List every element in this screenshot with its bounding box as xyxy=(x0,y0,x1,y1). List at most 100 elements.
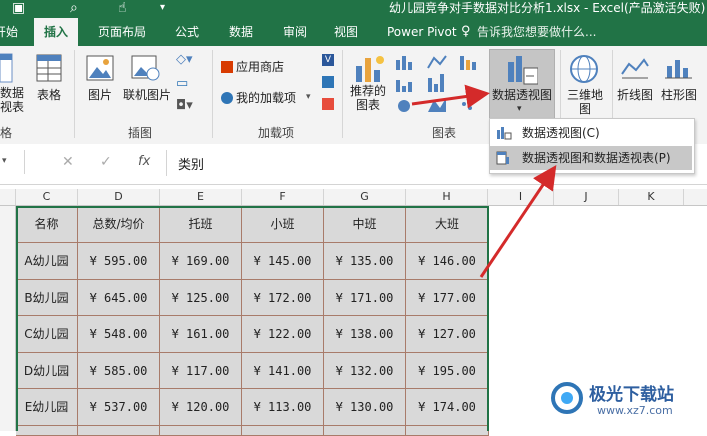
menu-item-pivotchart-label: 数据透视图(C) xyxy=(522,126,600,140)
table-button[interactable]: 表格 xyxy=(30,88,68,102)
watermark-logo-icon xyxy=(551,382,583,414)
shapes-icon[interactable]: ◇▾ xyxy=(176,52,193,67)
app-store-button[interactable]: 应用商店 xyxy=(236,60,284,74)
table-cell-total[interactable]: ¥ 548.00 xyxy=(78,316,160,353)
tab-view[interactable]: 视图 xyxy=(334,18,358,46)
table-cell-large[interactable]: ¥ 146.00 xyxy=(406,243,489,280)
picture-label: 图片 xyxy=(87,88,112,102)
header-cell-small[interactable]: 小班 xyxy=(242,206,324,243)
table-cell-large[interactable]: ¥ 177.00 xyxy=(406,279,489,316)
window-title: 幼儿园竞争对手数据对比分析1.xlsx - Excel(产品激活失败) xyxy=(389,1,706,15)
header-cell-nursery[interactable]: 托班 xyxy=(160,206,242,243)
tables-group-label: 格 xyxy=(0,126,13,140)
table-cell-nursery[interactable]: ¥ 161.00 xyxy=(160,316,242,353)
table-cell-nursery[interactable]: ¥ 169.00 xyxy=(160,243,242,280)
line-sparkline-button[interactable]: 折线图 xyxy=(612,88,658,102)
menu-item-pivotchart-and-pivottable[interactable]: 数据透视图和数据透视表(P) xyxy=(490,146,692,170)
print-preview-icon[interactable]: ⌕ xyxy=(70,0,78,18)
table-cell-name[interactable]: D幼儿园 xyxy=(16,352,78,389)
column-header-h[interactable]: H xyxy=(406,189,488,205)
column-header-i[interactable]: I xyxy=(488,189,554,205)
recommended-charts-button[interactable]: 推荐的 图表 xyxy=(346,84,390,112)
tab-insert[interactable]: 插入 xyxy=(34,18,78,46)
menu-item-pivotchart[interactable]: 数据透视图(C) xyxy=(490,121,692,145)
table-cell-small[interactable]: ¥ 172.00 xyxy=(242,279,324,316)
column-header-j[interactable]: J xyxy=(554,189,619,205)
table-cell-middle[interactable]: ¥ 130.00 xyxy=(324,389,406,426)
cancel-icon[interactable]: ✕ xyxy=(62,154,74,170)
divider xyxy=(166,150,167,176)
divider xyxy=(24,150,25,174)
tab-data[interactable]: 数据 xyxy=(229,18,253,46)
3d-map-button[interactable]: 三维地 图 xyxy=(562,88,608,116)
table-cell-name[interactable]: A幼儿园 xyxy=(16,243,78,280)
header-cell-large[interactable]: 大班 xyxy=(406,206,489,243)
pivot-table-label-2: 视表 xyxy=(0,100,25,114)
table-cell-total[interactable]: ¥ 585.00 xyxy=(78,352,160,389)
smartart-icon[interactable]: ▭ xyxy=(176,76,188,91)
title-and-tab-bar: ▣ ⌕ ☝ ▾ 幼儿园竞争对手数据对比分析1.xlsx - Excel(产品激活… xyxy=(0,0,707,46)
pivot-table-button[interactable]: 数据 视表 xyxy=(0,86,24,114)
tell-me-search[interactable]: 告诉我您想要做什么... xyxy=(477,18,596,46)
table-cell-small[interactable]: ¥ 113.00 xyxy=(242,389,324,426)
column-header-k[interactable]: K xyxy=(619,189,684,205)
online-picture-label: 联机图片 xyxy=(122,88,171,102)
table-cell-name[interactable]: E幼儿园 xyxy=(16,389,78,426)
online-picture-icon xyxy=(131,55,160,81)
tab-home[interactable]: 开始 xyxy=(0,18,18,46)
table-cell-nursery[interactable]: ¥ 125.00 xyxy=(160,279,242,316)
table-cell-middle[interactable]: ¥ 138.00 xyxy=(324,316,406,353)
formula-input[interactable]: 类别 xyxy=(178,154,204,173)
table-cell-small[interactable]: ¥ 145.00 xyxy=(242,243,324,280)
column-header-c[interactable]: C xyxy=(16,189,78,205)
customize-qat-icon[interactable]: ▾ xyxy=(160,0,165,18)
bing-maps-icon[interactable] xyxy=(322,76,334,88)
column-header-g[interactable]: G xyxy=(324,189,406,205)
table-cell-name[interactable]: B幼儿园 xyxy=(16,279,78,316)
table-cell-middle[interactable]: ¥ 135.00 xyxy=(324,243,406,280)
tab-review[interactable]: 审阅 xyxy=(283,18,307,46)
recommended-charts-label-2: 图表 xyxy=(355,98,380,112)
tab-formulas[interactable]: 公式 xyxy=(175,18,199,46)
column-sparkline-icon xyxy=(665,60,692,79)
table-cell-small[interactable]: ¥ 141.00 xyxy=(242,352,324,389)
people-graph-icon[interactable] xyxy=(322,98,334,110)
screenshot-icon[interactable]: ◘▾ xyxy=(176,98,193,113)
table-cell-middle[interactable]: ¥ 171.00 xyxy=(324,279,406,316)
table-cell-large[interactable]: ¥ 195.00 xyxy=(406,352,489,389)
column-sparkline-button[interactable]: 柱形图 xyxy=(656,88,702,102)
table-cell-nursery[interactable]: ¥ 117.00 xyxy=(160,352,242,389)
online-picture-button[interactable]: 联机图片 xyxy=(120,88,174,102)
save-icon[interactable]: ▣ xyxy=(12,0,25,18)
tab-page-layout[interactable]: 页面布局 xyxy=(98,18,146,46)
header-cell-total[interactable]: 总数/均价 xyxy=(78,206,160,243)
3d-map-icon xyxy=(570,55,598,83)
column-header-e[interactable]: E xyxy=(160,189,242,205)
header-cell-name[interactable]: 名称 xyxy=(16,206,78,243)
name-box-dropdown-icon[interactable]: ▾ xyxy=(2,156,7,166)
column-header-f[interactable]: F xyxy=(242,189,324,205)
header-cell-middle[interactable]: 中班 xyxy=(324,206,406,243)
touch-mode-icon[interactable]: ☝ xyxy=(118,0,127,18)
enter-icon[interactable]: ✓ xyxy=(100,154,112,170)
table-cell-large[interactable]: ¥ 174.00 xyxy=(406,389,489,426)
row-headers xyxy=(0,206,16,431)
table-cell-total[interactable]: ¥ 595.00 xyxy=(78,243,160,280)
table-cell-small[interactable]: ¥ 122.00 xyxy=(242,316,324,353)
table-cell-total[interactable]: ¥ 537.00 xyxy=(78,389,160,426)
table-cell-middle[interactable]: ¥ 132.00 xyxy=(324,352,406,389)
table-cell-nursery[interactable]: ¥ 120.00 xyxy=(160,389,242,426)
table-cell-total[interactable]: ¥ 645.00 xyxy=(78,279,160,316)
chevron-down-icon[interactable]: ▾ xyxy=(306,92,311,102)
table-cell-name[interactable]: C幼儿园 xyxy=(16,316,78,353)
table-cell-large[interactable]: ¥ 127.00 xyxy=(406,316,489,353)
visio-icon[interactable]: V xyxy=(322,54,334,66)
my-addins-button[interactable]: 我的加载项 xyxy=(236,91,296,105)
tab-power-pivot[interactable]: Power Pivot xyxy=(387,18,457,46)
pivotchart-dropdown-menu: 数据透视图(C) 数据透视图和数据透视表(P) xyxy=(489,118,695,174)
select-all-corner[interactable] xyxy=(0,189,16,205)
picture-button[interactable]: 图片 xyxy=(80,88,120,102)
insert-function-button[interactable]: fx xyxy=(138,154,150,169)
column-header-d[interactable]: D xyxy=(78,189,160,205)
charts-group-label: 图表 xyxy=(432,126,457,140)
